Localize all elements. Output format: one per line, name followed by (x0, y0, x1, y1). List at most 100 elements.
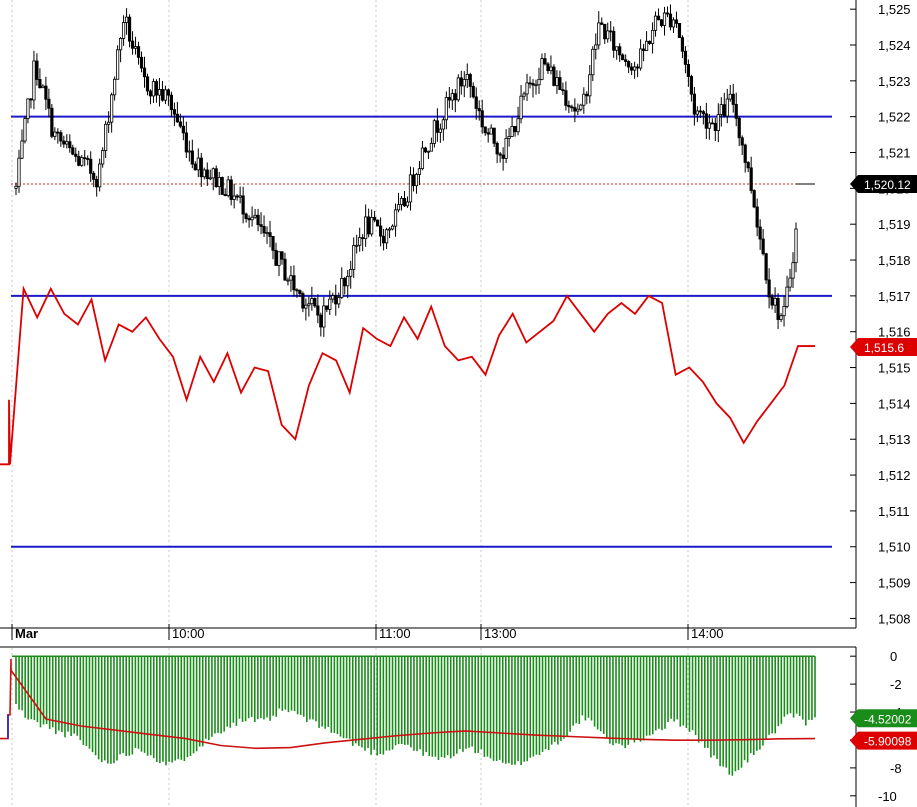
candle-body (38, 79, 42, 89)
candle-body (319, 314, 323, 328)
candle-body (791, 262, 795, 279)
candle-body (414, 173, 419, 187)
candle-body (148, 90, 153, 97)
candle-body (668, 13, 673, 28)
candle-body (788, 277, 792, 288)
candle-body (277, 251, 281, 266)
candle-body (136, 46, 141, 58)
y-tick-label: 1,509 (878, 576, 911, 591)
candle-body (755, 206, 759, 228)
candle-body (641, 48, 646, 51)
candle-body (546, 63, 550, 72)
candle-body (420, 147, 425, 170)
x-tick-label: Mar (15, 626, 38, 641)
candle-body (770, 296, 774, 306)
candle-body (364, 216, 368, 240)
candle-body (692, 93, 696, 115)
candle-body (462, 79, 466, 87)
candle-body (743, 144, 747, 163)
candle-body (349, 268, 353, 277)
candle-body (609, 30, 613, 33)
candle-body (429, 142, 434, 152)
candle-body (764, 253, 768, 281)
candle-body (471, 85, 475, 98)
candle-body (307, 303, 311, 306)
candle-body (582, 93, 586, 106)
candle-body (474, 96, 478, 109)
candle-body (650, 29, 655, 44)
candle-body (402, 197, 407, 207)
candle-body (483, 126, 487, 134)
candle-body (779, 315, 783, 320)
candle-body (513, 126, 517, 133)
candle-body (417, 168, 422, 175)
candle-body (56, 131, 60, 134)
candle-body (486, 132, 490, 135)
candle-body (665, 12, 670, 15)
y-tick-label: 1,516 (878, 325, 911, 340)
y-tick-label: 1,521 (878, 146, 911, 161)
candle-body (26, 98, 30, 119)
candle-body (749, 167, 753, 191)
candle-body (47, 98, 51, 109)
candle-body (244, 213, 248, 219)
candle-body (370, 217, 374, 235)
candle-body (495, 142, 499, 155)
candle-body (169, 94, 174, 110)
candle-body (588, 74, 592, 97)
y-tick-label: 1,522 (878, 110, 911, 125)
candle-body (229, 179, 233, 200)
candle-body (59, 132, 63, 142)
candle-body (630, 66, 634, 71)
candle-body (543, 58, 547, 65)
y-tick-label: 1,513 (878, 432, 911, 447)
candle-body (534, 84, 538, 87)
candle-body (567, 105, 571, 108)
candle-body (698, 110, 702, 113)
candle-body (41, 85, 45, 89)
candle-body (438, 128, 442, 133)
y-tick-label: -10 (878, 789, 897, 804)
candle-body (528, 82, 532, 85)
y-tick-label: 1,525 (878, 2, 911, 17)
candle-body (118, 38, 123, 51)
red-series-badge: 1,515.6 (864, 341, 904, 355)
candle-body (166, 89, 171, 96)
candle-body (89, 158, 93, 174)
candle-body (133, 46, 138, 49)
candle-body (29, 98, 33, 101)
candle-body (489, 127, 493, 135)
candle-body (65, 141, 69, 145)
candle-body (313, 298, 317, 307)
candle-body (86, 158, 90, 160)
y-tick-label: 0 (890, 649, 897, 664)
candle-body (265, 232, 269, 235)
candle-body (92, 172, 96, 180)
x-tick-label: 10:00 (172, 626, 205, 641)
candle-body (232, 195, 236, 200)
candle-body (110, 94, 114, 123)
candle-body (570, 106, 574, 109)
candle-body (331, 295, 335, 300)
candle-body (408, 174, 413, 203)
candle-body (644, 40, 649, 51)
candle-body (576, 108, 580, 112)
candle-body (531, 83, 535, 86)
candle-body (32, 60, 36, 101)
candle-body (358, 237, 362, 246)
candle-body (343, 277, 347, 287)
candle-body (710, 122, 714, 125)
red-indicator-badge: -5.90098 (864, 735, 912, 749)
candle-body (492, 127, 496, 144)
candle-body (211, 168, 215, 179)
y-tick-label: -8 (890, 761, 902, 776)
candle-body (519, 95, 523, 120)
candle-body (612, 30, 616, 51)
candle-body (393, 209, 398, 227)
candle-body (98, 163, 102, 188)
y-tick-label: -2 (890, 677, 902, 692)
candle-body (387, 228, 392, 231)
candle-body (516, 118, 520, 133)
candle-body (591, 48, 595, 76)
candle-body (104, 123, 108, 151)
